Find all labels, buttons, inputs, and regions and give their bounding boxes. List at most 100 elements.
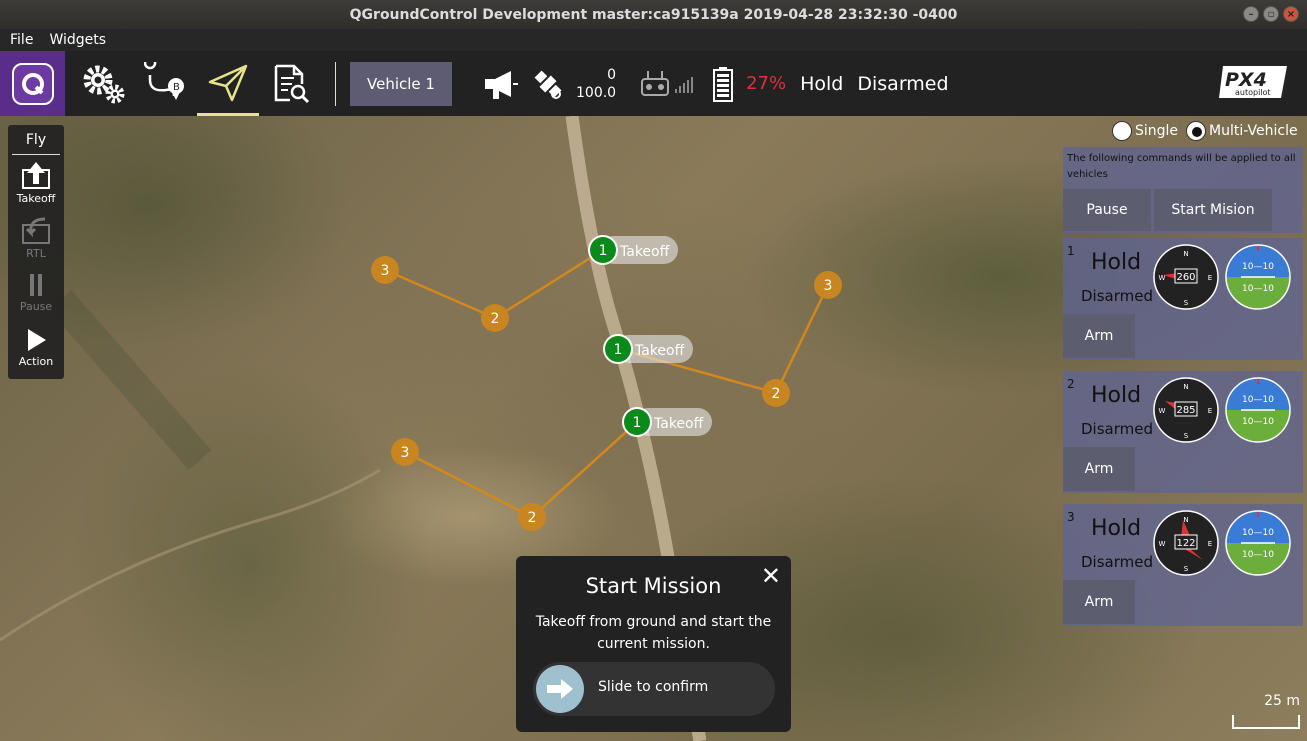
waypoint-3-3[interactable]: 3 xyxy=(391,438,419,466)
rc-transmitter-icon[interactable] xyxy=(638,64,672,104)
vehicle-mode: Hold xyxy=(1091,383,1142,408)
settings-gears-icon[interactable] xyxy=(73,51,135,116)
vehicle-id: 1 xyxy=(1067,244,1075,258)
arm-button[interactable]: Arm xyxy=(1063,447,1135,491)
svg-text:W: W xyxy=(1159,540,1166,548)
svg-text:S: S xyxy=(1184,565,1189,573)
svg-text:E: E xyxy=(1208,274,1212,282)
fly-tool-strip: Fly Takeoff RTL Pause Action xyxy=(8,125,64,379)
vehicle-card-2[interactable]: 2 Hold Disarmed Arm N E S W 285 10—10 10… xyxy=(1063,371,1303,493)
radio-dot-checked xyxy=(1186,121,1207,141)
radio-dot xyxy=(1112,121,1132,141)
takeoff-label-3: Takeoff xyxy=(653,416,704,432)
pause-button[interactable]: Pause xyxy=(8,265,64,320)
vehicle-card-3[interactable]: 3 Hold Disarmed Arm N E S W 122 10—10 10… xyxy=(1063,504,1303,626)
svg-text:2: 2 xyxy=(491,311,500,327)
battery-percent: 27% xyxy=(746,73,787,94)
plan-route-icon[interactable]: B xyxy=(135,51,197,116)
slide-to-confirm[interactable]: Slide to confirm xyxy=(533,662,775,716)
analyze-icon[interactable] xyxy=(259,51,321,116)
svg-text:E: E xyxy=(1208,407,1212,415)
waypoint-2-3[interactable]: 3 xyxy=(814,271,842,299)
flight-mode[interactable]: Hold xyxy=(800,73,843,95)
battery-icon[interactable] xyxy=(708,64,738,104)
px4-logo: PX4 autopilot xyxy=(1217,64,1289,100)
action-button[interactable]: Action xyxy=(8,320,64,375)
takeoff-button[interactable]: Takeoff xyxy=(8,155,64,210)
compass-icon: N E S W 285 xyxy=(1153,377,1219,443)
main-toolbar: B Vehicle 1 0 100.0 27% Hold Disarmed PX… xyxy=(0,51,1307,116)
svg-text:S: S xyxy=(1184,432,1189,440)
svg-text:10—10: 10—10 xyxy=(1242,284,1274,294)
multi-vehicle-message: The following commands will be applied t… xyxy=(1067,153,1296,180)
waypoint-1-2[interactable]: 2 xyxy=(481,304,509,332)
attitude-indicator-icon: 10—10 10—10 xyxy=(1225,510,1291,576)
qgc-logo-icon xyxy=(11,62,54,105)
gps-readout: 0 100.0 xyxy=(576,66,616,102)
play-icon xyxy=(28,329,46,351)
takeoff-number-2: 1 xyxy=(614,342,623,358)
menu-bar: File Widgets xyxy=(0,29,1307,51)
multi-vehicle-radio[interactable]: Multi-Vehicle xyxy=(1186,121,1298,141)
svg-text:3: 3 xyxy=(824,278,833,294)
heading-value: 122 xyxy=(1176,538,1195,549)
gps-satellite-count: 0 xyxy=(607,66,617,83)
takeoff-marker-2[interactable]: 1 Takeoff xyxy=(603,334,693,364)
rtl-label: RTL xyxy=(26,247,46,260)
svg-text:3: 3 xyxy=(401,445,410,461)
svg-text:N: N xyxy=(1183,250,1188,258)
svg-text:3: 3 xyxy=(381,263,390,279)
vehicle-card-1[interactable]: 1 Hold Disarmed Arm N E S W 260 10—10 10… xyxy=(1063,238,1303,360)
vehicle-mode: Hold xyxy=(1091,250,1142,275)
arm-button[interactable]: Arm xyxy=(1063,314,1135,358)
megaphone-icon[interactable] xyxy=(480,64,520,104)
vehicle-mode: Hold xyxy=(1091,516,1142,541)
minimize-button[interactable]: – xyxy=(1243,6,1259,22)
attitude-indicator-icon: 10—10 10—10 xyxy=(1225,377,1291,443)
takeoff-label-1: Takeoff xyxy=(619,244,670,260)
svg-text:10—10: 10—10 xyxy=(1242,417,1274,427)
heading-value: 285 xyxy=(1176,405,1195,416)
start-mission-dialog: Start Mission ✕ Takeoff from ground and … xyxy=(516,556,791,732)
map-scale-bar xyxy=(1232,715,1300,729)
slider-knob[interactable] xyxy=(536,665,584,713)
window-titlebar: QGroundControl Development master:ca9151… xyxy=(0,0,1307,29)
arm-state[interactable]: Disarmed xyxy=(857,73,948,95)
vehicle-selector-button[interactable]: Vehicle 1 xyxy=(350,61,452,106)
vehicle-arm-state: Disarmed xyxy=(1081,420,1153,438)
toolbar-separator xyxy=(335,61,336,106)
menu-widgets[interactable]: Widgets xyxy=(49,32,106,48)
svg-text:W: W xyxy=(1159,407,1166,415)
vehicle-arm-state: Disarmed xyxy=(1081,287,1153,305)
gps-satellite-icon[interactable] xyxy=(528,64,568,104)
compass-icon: N E S W 122 xyxy=(1153,510,1219,576)
svg-text:10—10: 10—10 xyxy=(1242,528,1274,538)
takeoff-marker-1[interactable]: 1 Takeoff xyxy=(588,235,678,265)
menu-file[interactable]: File xyxy=(10,32,33,48)
takeoff-icon xyxy=(22,162,50,189)
qgc-logo-button[interactable] xyxy=(0,51,65,116)
start-mission-all-button[interactable]: Start Mision xyxy=(1154,189,1272,231)
action-label: Action xyxy=(18,355,54,368)
waypoint-1-3[interactable]: 3 xyxy=(371,256,399,284)
rtl-button[interactable]: RTL xyxy=(8,210,64,265)
window-title: QGroundControl Development master:ca9151… xyxy=(349,6,958,23)
takeoff-label-2: Takeoff xyxy=(634,343,685,359)
close-icon[interactable]: ✕ xyxy=(761,562,781,590)
svg-text:10—10: 10—10 xyxy=(1242,395,1274,405)
single-vehicle-radio[interactable]: Single xyxy=(1112,121,1178,141)
arm-button[interactable]: Arm xyxy=(1063,580,1135,624)
vehicle-mode-toggle: Single Multi-Vehicle xyxy=(1112,121,1298,141)
maximize-button[interactable]: ▫ xyxy=(1263,6,1279,22)
fly-tool-strip-title: Fly xyxy=(12,125,60,155)
takeoff-marker-3[interactable]: 1 Takeoff xyxy=(622,407,712,437)
map-scale-label: 25 m xyxy=(1264,693,1300,709)
takeoff-number-1: 1 xyxy=(599,243,608,259)
waypoint-2-2[interactable]: 2 xyxy=(762,379,790,407)
pause-all-button[interactable]: Pause xyxy=(1063,189,1151,231)
waypoint-3-2[interactable]: 2 xyxy=(518,503,546,531)
fly-paper-plane-icon[interactable] xyxy=(197,51,259,116)
close-window-button[interactable]: × xyxy=(1283,6,1299,22)
signal-bars-icon xyxy=(672,64,696,104)
svg-text:10—10: 10—10 xyxy=(1242,550,1274,560)
